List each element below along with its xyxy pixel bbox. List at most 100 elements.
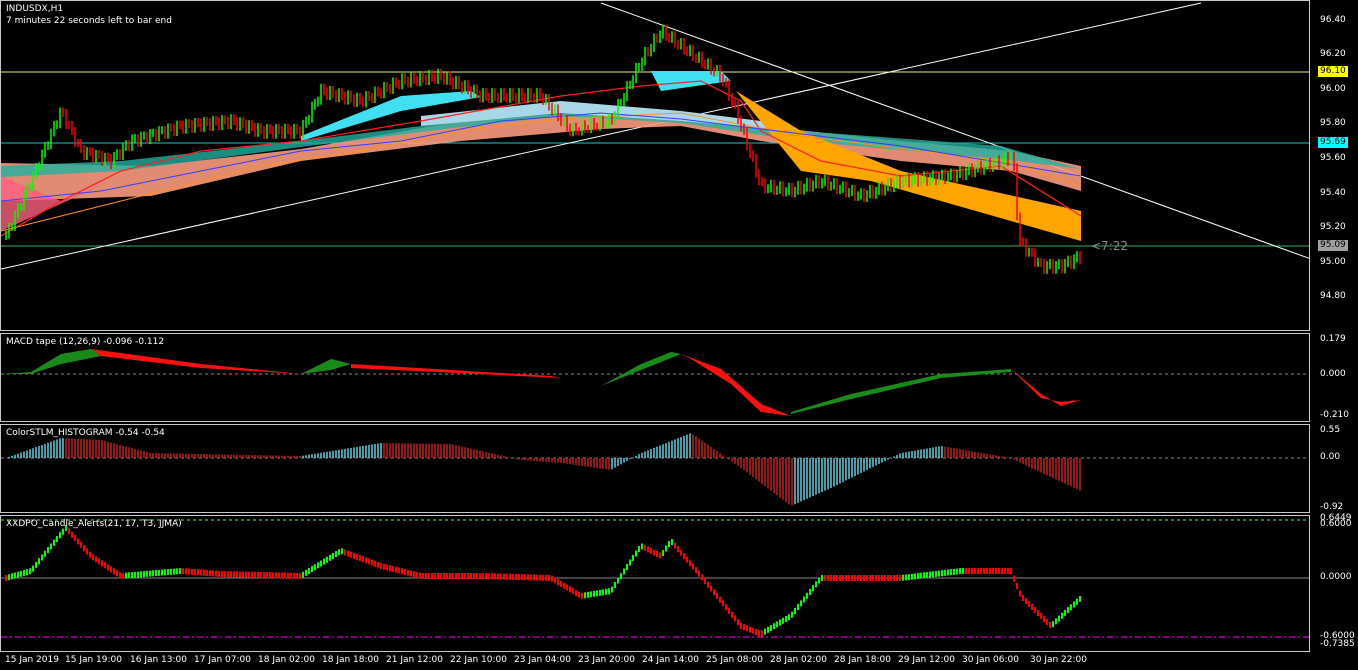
xxdpo-candle (842, 575, 844, 581)
stlm-histogram-pane[interactable]: ColorSTLM_HISTOGRAM -0.54 -0.54 (0, 424, 1310, 513)
xxdpo-candle (890, 575, 892, 581)
time-label: 28 Jan 18:00 (834, 655, 891, 665)
xxdpo-candle (365, 557, 367, 564)
xxdpo-candle (719, 596, 721, 603)
xxdpo-candle (38, 558, 40, 565)
xxdpo-candle (11, 573, 13, 580)
xxdpo-candle (713, 589, 715, 596)
xxdpo-candle (908, 574, 910, 581)
xxdpo-candle (149, 570, 151, 577)
current-price-tag: 95.09 (1318, 240, 1348, 251)
xxdpo-candle (428, 573, 430, 579)
time-label: 22 Jan 10:00 (450, 655, 507, 665)
xxdpo-candle (629, 559, 631, 566)
xxdpo-pane[interactable]: XXDPO_Candle_Alerts(21, 17, T3, JJMA) (0, 515, 1310, 652)
xxdpo-candle (104, 562, 106, 569)
xxdpo-candle (194, 569, 196, 576)
xxdpo-candle (581, 592, 583, 599)
xxdpo-candle (863, 575, 865, 581)
xxdpo-candle (263, 572, 265, 579)
xxdpo-candle (467, 573, 469, 579)
xxdpo-candle (326, 556, 328, 563)
xxdpo-candle (731, 611, 733, 618)
xxdpo-candle (524, 574, 526, 581)
xxdpo-candle (896, 575, 898, 581)
xxdpo-candle (290, 572, 292, 579)
xxdpo-candle (497, 573, 499, 580)
xxdpo-candle (725, 604, 727, 611)
xxdpo-tick: 0.0000 (1320, 572, 1352, 582)
macd-canvas (1, 349, 1309, 416)
xxdpo-candle (968, 568, 970, 574)
macd-title: MACD tape (12,26,9) -0.096 -0.112 (6, 337, 165, 347)
xxdpo-candle (113, 568, 115, 575)
xxdpo-candle (182, 568, 184, 575)
xxdpo-candle (665, 545, 667, 552)
xxdpo-candle (491, 573, 493, 580)
xxdpo-candle (782, 617, 784, 624)
xxdpo-candle (461, 573, 463, 579)
xxdpo-candle (989, 568, 991, 574)
xxdpo-candle (818, 577, 820, 584)
xxdpo-candle (35, 561, 37, 568)
xxdpo-candle (1013, 575, 1015, 582)
xxdpo-candle (1004, 568, 1006, 574)
xxdpo-candle (815, 581, 817, 588)
xxdpo-candle (638, 546, 640, 552)
xxdpo-candle (596, 590, 598, 597)
xxdpo-candle (1010, 568, 1012, 574)
xxdpo-candle (878, 575, 880, 581)
xxdpo-candle (764, 628, 766, 635)
price-chart-canvas (1, 2, 1309, 274)
xxdpo-candle (512, 573, 514, 580)
xxdpo-candle (797, 604, 799, 611)
xxdpo-candle (833, 575, 835, 581)
macd-pane[interactable]: MACD tape (12,26,9) -0.096 -0.112 (0, 333, 1310, 422)
stlm-tick: 0.55 (1320, 425, 1341, 435)
xxdpo-candle (248, 571, 250, 578)
xxdpo-candle (419, 572, 421, 579)
xxdpo-candle (125, 572, 127, 579)
stlm-tick: 0.00 (1320, 452, 1341, 462)
xxdpo-candle (740, 623, 742, 629)
xxdpo-candle (959, 568, 961, 575)
xxdpo-candle (974, 568, 976, 574)
xxdpo-candle (233, 571, 235, 578)
xxdpo-candle (824, 575, 826, 581)
price-tick: 96.40 (1320, 15, 1346, 25)
time-label: 29 Jan 12:00 (898, 655, 955, 665)
xxdpo-candle (950, 569, 952, 576)
xxdpo-candle (29, 568, 31, 575)
xxdpo-candle (962, 568, 964, 574)
xxdpo-candle (644, 545, 646, 551)
xxdpo-candle (536, 574, 538, 581)
xxdpo-candle (119, 572, 121, 579)
xxdpo-candle (914, 573, 916, 580)
xxdpo-candle (986, 568, 988, 574)
xxdpo-candle (1031, 604, 1033, 610)
macd-green-band (301, 359, 351, 374)
xxdpo-candle (575, 590, 577, 596)
xxdpo-candle (221, 571, 223, 578)
xxdpo-candle (281, 572, 283, 579)
xxdpo-candle (551, 575, 553, 582)
xxdpo-candle (734, 615, 736, 622)
xxdpo-candle (146, 570, 148, 577)
xxdpo-candle (593, 590, 595, 597)
xxdpo-candle (1067, 607, 1069, 614)
xxdpo-candle (710, 585, 712, 592)
xxdpo-candle (176, 568, 178, 575)
xxdpo-candle (827, 575, 829, 581)
main-chart-pane[interactable]: INDUSDX,H1 7 minutes 22 seconds left to … (0, 0, 1310, 331)
xxdpo-candle (362, 556, 364, 563)
price-tick: 95.00 (1320, 257, 1346, 267)
time-label: 30 Jan 06:00 (962, 655, 1019, 665)
xxdpo-candle (866, 575, 868, 581)
macd-green-band (791, 369, 1011, 414)
xxdpo-candle (380, 563, 382, 569)
xxdpo-candle (59, 532, 61, 539)
macd-green-band (601, 352, 681, 386)
xxdpo-candle (692, 563, 694, 570)
xxdpo-candle (482, 573, 484, 580)
xxdpo-candle (770, 625, 772, 631)
